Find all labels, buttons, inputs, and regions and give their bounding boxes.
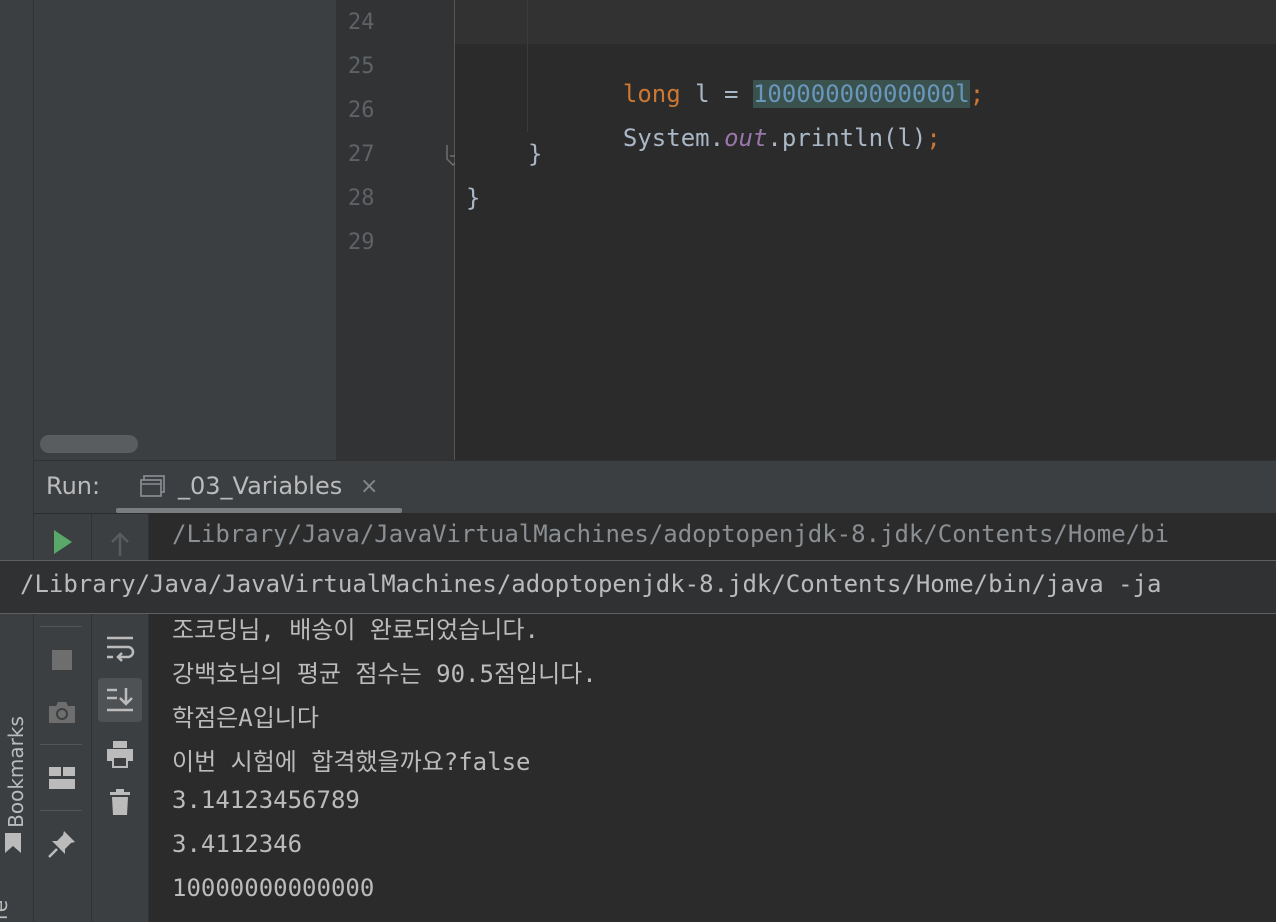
console-output-line: 학점은A입니다 — [172, 704, 319, 732]
console-output-line: 강백호님의 평균 점수는 90.5점입니다. — [172, 660, 597, 688]
code-field: out — [724, 124, 768, 152]
bookmark-icon[interactable] — [4, 832, 22, 854]
code-call: .println(l) — [767, 124, 927, 152]
camera-icon[interactable] — [46, 696, 78, 728]
command-line-tooltip-text: /Library/Java/JavaVirtualMachines/adopto… — [20, 570, 1162, 598]
console-output-line: 조코딩님, 배송이 완료되었습니다. — [172, 616, 539, 644]
code-class: System. — [622, 124, 725, 152]
console-output-line: 10000000000000 — [172, 874, 375, 902]
close-icon[interactable]: × — [360, 474, 378, 499]
console-output-line: 이번 시험에 합격했을까요?false — [172, 748, 531, 776]
run-tab-label[interactable]: _03_Variables — [178, 472, 342, 500]
structure-label[interactable]: re — [0, 900, 12, 920]
line-number: 24 — [348, 10, 375, 35]
line-number: 27 — [348, 142, 375, 167]
up-arrow-icon[interactable] — [104, 528, 136, 560]
project-horizontal-scrollbar[interactable] — [40, 435, 138, 453]
run-icon[interactable] — [46, 526, 78, 558]
code-semicolon: ; — [926, 124, 941, 152]
console-output-line: 3.4112346 — [172, 830, 303, 858]
project-panel — [34, 0, 336, 460]
line-number: 26 — [348, 98, 375, 123]
current-line-highlight — [455, 0, 1276, 44]
console-output-line: 3.14123456789 — [172, 786, 360, 814]
code-line-28[interactable]: } — [466, 184, 480, 212]
line-number: 25 — [348, 54, 375, 79]
stop-icon[interactable] — [46, 644, 78, 676]
code-semicolon: ; — [969, 80, 985, 108]
layout-icon[interactable] — [46, 762, 78, 794]
pin-icon[interactable] — [46, 828, 78, 860]
indent-guide — [527, 0, 528, 132]
code-line-27[interactable]: } — [528, 140, 542, 168]
console-command-line: /Library/Java/JavaVirtualMachines/adopto… — [172, 520, 1169, 548]
toolbar-separator — [40, 744, 82, 745]
line-number: 28 — [348, 186, 375, 211]
print-icon[interactable] — [104, 738, 136, 770]
toolbar-separator — [40, 626, 82, 627]
run-label: Run: — [46, 472, 101, 500]
line-number: 29 — [348, 230, 375, 255]
trash-icon[interactable] — [104, 786, 136, 818]
soft-wrap-icon[interactable] — [104, 632, 136, 664]
code-line-26[interactable]: System.out.println(l); — [594, 96, 941, 152]
bookmarks-label[interactable]: Bookmarks — [4, 708, 28, 836]
run-tab-selected-indicator — [116, 508, 402, 513]
toolbar-separator — [40, 810, 82, 811]
scroll-to-end-icon[interactable] — [104, 684, 136, 716]
console-window-icon — [140, 475, 165, 497]
